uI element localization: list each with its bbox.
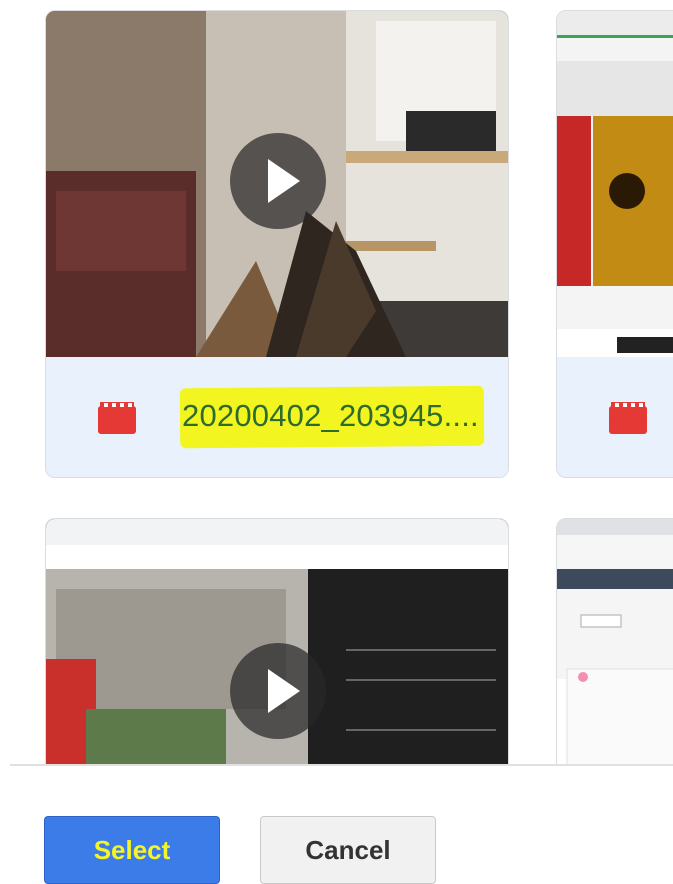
file-card-video-3[interactable]	[45, 518, 509, 765]
thumbnail-image	[557, 519, 673, 765]
file-card-video-2[interactable]	[556, 10, 673, 478]
footer-divider	[10, 764, 673, 766]
cancel-button[interactable]: Cancel	[260, 816, 436, 884]
file-card-footer: 20200402_203945....	[46, 357, 508, 477]
image-thumbnail	[557, 519, 673, 765]
file-card-video-1[interactable]: 20200402_203945....	[45, 10, 509, 478]
file-grid: 20200402_203945....	[0, 0, 673, 765]
video-file-icon	[609, 402, 647, 434]
video-file-icon	[98, 402, 136, 434]
play-icon[interactable]	[230, 643, 326, 739]
video-thumbnail	[46, 519, 508, 765]
play-icon[interactable]	[230, 133, 326, 229]
thumbnail-image	[557, 11, 673, 357]
video-thumbnail	[46, 11, 508, 357]
file-card-image-4[interactable]	[556, 518, 673, 765]
select-button[interactable]: Select	[44, 816, 220, 884]
file-name: 20200402_203945....	[182, 398, 479, 433]
video-thumbnail	[557, 11, 673, 357]
file-card-footer	[557, 357, 673, 477]
